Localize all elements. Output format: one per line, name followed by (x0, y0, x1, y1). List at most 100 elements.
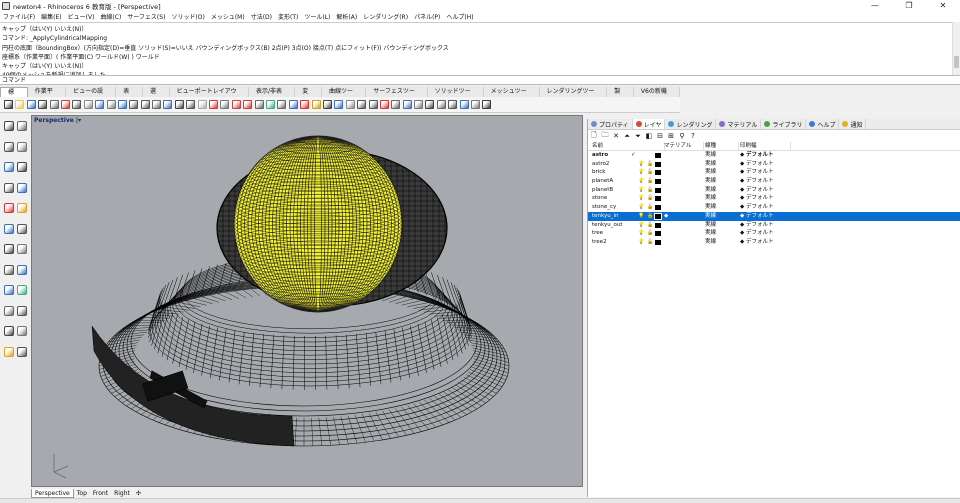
layer-printwidth[interactable]: ◆ デフォルト (740, 168, 774, 177)
left-tool-icon[interactable] (4, 244, 14, 254)
layer-printwidth[interactable]: ◆ デフォルト (740, 160, 774, 169)
menu-item[interactable]: ヘルプ(H) (446, 12, 473, 21)
toolbar-icon[interactable] (471, 100, 481, 109)
toolbar-tab[interactable]: 表示 (116, 87, 143, 105)
menu-item[interactable]: ファイル(F) (3, 12, 35, 21)
toolbar-icon[interactable] (163, 100, 173, 109)
layer-tool-icon[interactable]: ⊞ (667, 132, 675, 140)
command-history-scrollbar[interactable] (952, 22, 960, 75)
menu-item[interactable]: サーフェス(S) (127, 12, 165, 21)
layer-visible-icon[interactable]: 💡 (638, 194, 644, 203)
toolbar-icon[interactable] (357, 100, 367, 109)
layer-lock-icon[interactable]: 🔓 (647, 168, 653, 177)
layer-tool-icon[interactable]: ? (689, 132, 697, 140)
menu-item[interactable]: 解析(A) (336, 12, 357, 21)
toolbar-icon[interactable] (60, 100, 70, 109)
panel-tab[interactable]: ヘルプ (806, 119, 840, 129)
left-tool-icon[interactable] (17, 141, 27, 152)
layer-row[interactable]: astro ✓ 実線 ◆ デフォルト (588, 151, 960, 160)
toolbar-tab[interactable]: 標準 (0, 87, 28, 106)
toolbar-tab[interactable]: ビューの設定 (66, 87, 117, 105)
viewport-tab[interactable]: Perspective (31, 488, 74, 498)
toolbar-icon[interactable] (300, 100, 310, 109)
toolbar-icon[interactable] (414, 100, 424, 109)
layer-visible-icon[interactable]: 💡 (638, 177, 644, 186)
left-tool-icon[interactable] (4, 285, 14, 295)
layer-linetype[interactable]: 実線 (705, 212, 716, 221)
toolbar-icon[interactable] (106, 100, 116, 109)
left-tool-icon[interactable] (17, 264, 27, 275)
toolbar-icon[interactable] (26, 100, 36, 109)
layer-lock-icon[interactable]: 🔓 (647, 238, 653, 247)
left-tool-icon[interactable] (4, 346, 14, 357)
layer-row[interactable]: tree 💡 🔓 実線 ◆ デフォルト (588, 229, 960, 238)
layer-color-swatch[interactable] (655, 205, 661, 211)
toolbar-icon[interactable] (425, 100, 435, 109)
scrollbar-thumb[interactable] (954, 56, 959, 68)
layer-printwidth[interactable]: ◆ デフォルト (740, 151, 774, 160)
layer-lock-icon[interactable]: 🔓 (647, 203, 653, 212)
panel-tab[interactable]: プロパティ (588, 119, 633, 129)
layer-lock-icon[interactable]: 🔓 (647, 229, 653, 238)
layer-color-swatch[interactable] (655, 161, 661, 167)
layer-row[interactable]: stone_cy 💡 🔓 実線 ◆ デフォルト (588, 203, 960, 212)
layer-lock-icon[interactable]: 🔓 (647, 160, 653, 169)
layer-color-swatch[interactable] (655, 222, 661, 228)
current-layer-check[interactable]: ✓ (631, 151, 636, 160)
left-tool-icon[interactable] (17, 182, 27, 193)
command-prompt-input[interactable]: コマンド (0, 75, 960, 85)
toolbar-tab[interactable]: 変形 (295, 87, 322, 105)
layer-linetype[interactable]: 実線 (705, 186, 716, 195)
layer-printwidth[interactable]: ◆ デフォルト (740, 212, 774, 221)
layer-linetype[interactable]: 実線 (705, 160, 716, 169)
menu-item[interactable]: ソリッド(O) (171, 12, 204, 21)
toolbar-icon[interactable] (186, 100, 196, 109)
toolbar-icon[interactable] (345, 100, 355, 109)
viewport-tab[interactable]: Right (111, 489, 133, 498)
layer-material[interactable]: ◆ (664, 212, 668, 221)
left-tool-icon[interactable] (4, 141, 14, 152)
layer-linetype[interactable]: 実線 (705, 229, 716, 238)
toolbar-icon[interactable] (288, 100, 298, 109)
menu-item[interactable]: メッシュ(M) (211, 12, 245, 21)
layer-row[interactable]: planetA 💡 🔓 実線 ◆ デフォルト (588, 177, 960, 186)
layer-visible-icon[interactable]: 💡 (638, 203, 644, 212)
menu-item[interactable]: 寸法(D) (251, 12, 272, 21)
toolbar-tab[interactable]: ソリッドツール (428, 87, 484, 105)
layer-row[interactable]: tree2 💡 🔓 実線 ◆ デフォルト (588, 238, 960, 247)
column-name[interactable]: 名前 (592, 142, 603, 151)
toolbar-icon[interactable] (140, 100, 150, 109)
toolbar-icon[interactable] (277, 100, 287, 109)
layer-tool-icon[interactable]: ✕ (612, 132, 620, 140)
toolbar-icon[interactable] (4, 100, 13, 109)
panel-tab[interactable]: ライブラリ (761, 119, 807, 129)
layer-linetype[interactable]: 実線 (705, 177, 716, 186)
layer-linetype[interactable]: 実線 (705, 151, 716, 160)
layer-color-swatch[interactable] (655, 231, 661, 237)
minimize-button[interactable]: — (858, 0, 892, 11)
left-tool-icon[interactable] (4, 223, 14, 234)
layer-printwidth[interactable]: ◆ デフォルト (740, 177, 774, 186)
toolbar-icon[interactable] (15, 100, 25, 109)
left-tool-icon[interactable] (4, 326, 14, 336)
toolbar-tab[interactable]: メッシュツール (484, 87, 540, 105)
layer-row[interactable]: tenkyu_in 💡 🔓 ◆ 実線 ◆ デフォルト (588, 211, 960, 221)
layer-tool-icon[interactable]: 🗀 (601, 131, 609, 142)
layer-row[interactable]: tenkyu_out 💡 🔓 実線 ◆ デフォルト (588, 221, 960, 230)
toolbar-tab[interactable]: レンダリングツール (540, 87, 608, 105)
menu-item[interactable]: 編集(E) (41, 12, 61, 21)
layer-linetype[interactable]: 実線 (705, 194, 716, 203)
left-tool-icon[interactable] (4, 121, 14, 131)
layer-linetype[interactable]: 実線 (705, 238, 716, 247)
menu-item[interactable]: ツール(L) (304, 12, 330, 21)
layer-tool-icon[interactable]: ⚲ (678, 132, 686, 140)
layer-visible-icon[interactable]: 💡 (638, 160, 644, 169)
toolbar-tab[interactable]: サーフェスツール (366, 87, 428, 105)
menu-item[interactable]: 変形(T) (278, 12, 298, 21)
toolbar-icon[interactable] (436, 100, 446, 109)
toolbar-icon[interactable] (402, 100, 412, 109)
left-tool-icon[interactable] (17, 326, 27, 336)
toolbar-icon[interactable] (95, 100, 105, 109)
left-tool-icon[interactable] (4, 305, 14, 316)
toolbar-icon[interactable] (174, 100, 184, 109)
